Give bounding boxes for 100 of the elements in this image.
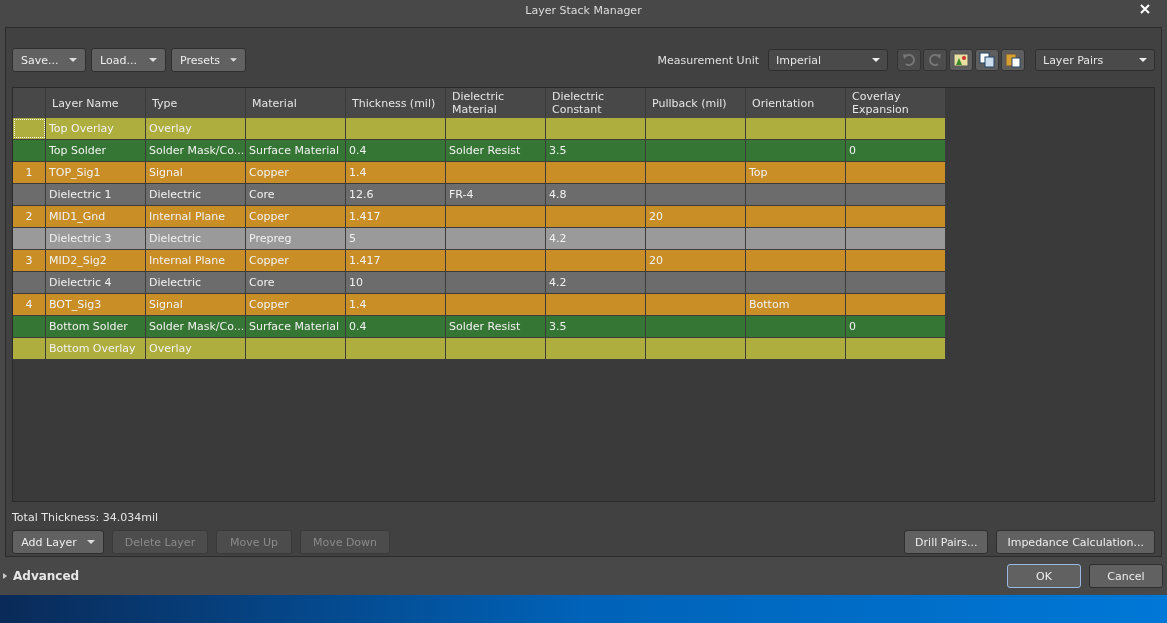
- caret-icon: [872, 58, 880, 62]
- table-cell: 4: [25, 298, 33, 311]
- table-cell: Overlay: [149, 122, 192, 135]
- advanced-toggle[interactable]: Advanced: [2, 569, 80, 583]
- table-cell: 4.2: [549, 232, 567, 245]
- table-cell: 10: [349, 276, 363, 289]
- unit-dropdown[interactable]: Imperial: [768, 49, 888, 71]
- table-cell: 1.4: [349, 166, 367, 179]
- copy-button[interactable]: [975, 49, 999, 71]
- table-cell: Bottom Solder: [49, 320, 128, 333]
- column-header[interactable]: Dielectric Constant: [552, 90, 639, 116]
- copy-icon: [979, 52, 995, 68]
- table-cell: Dielectric 1: [49, 188, 112, 201]
- table-cell: 0: [849, 144, 856, 157]
- table-cell: 5: [349, 232, 356, 245]
- table-cell: 1.4: [349, 298, 367, 311]
- paste-icon: [1005, 52, 1021, 68]
- table-cell: Prepreg: [249, 232, 292, 245]
- menu-button[interactable]: Save...: [12, 48, 86, 72]
- menu-button[interactable]: Load...: [91, 48, 166, 72]
- table-cell: Dielectric: [149, 232, 202, 245]
- paste-button[interactable]: [1001, 49, 1025, 71]
- caret-icon: [69, 58, 77, 62]
- column-header[interactable]: Type: [152, 96, 178, 110]
- solder-layer-row[interactable]: Top Solder Solder Mask/Co... Surface Material 0.4 Solder Resist 3.5 0: [13, 140, 946, 162]
- table-cell: 20: [649, 254, 663, 267]
- table-cell: Top Solder: [49, 144, 107, 157]
- table-cell: 0.4: [349, 320, 367, 333]
- table-cell: Bottom: [749, 298, 790, 311]
- solder-layer-row[interactable]: Bottom Solder Solder Mask/Co... Surface Material 0.4 Solder Resist 3.5 0: [13, 316, 946, 338]
- caret-icon: [230, 58, 237, 62]
- table-cell: Dielectric 3: [49, 232, 112, 245]
- table-cell: Internal Plane: [149, 210, 226, 223]
- table-cell: MID2_Sig2: [49, 254, 107, 267]
- close-icon[interactable]: [1140, 4, 1150, 14]
- table-cell: Solder Mask/Co...: [149, 320, 245, 333]
- view-dropdown[interactable]: Layer Pairs: [1035, 49, 1155, 71]
- core-layer-row[interactable]: Dielectric 4 Dielectric Core 10 4.2: [13, 272, 946, 294]
- dialog-action-button[interactable]: Impedance Calculation...: [996, 530, 1155, 554]
- table-cell: Solder Resist: [449, 320, 521, 333]
- table-cell: Copper: [249, 166, 289, 179]
- table-cell: MID1_Gnd: [49, 210, 106, 223]
- caret-icon: [149, 58, 157, 62]
- table-cell: 4.2: [549, 276, 567, 289]
- table-cell: 1.417: [349, 210, 381, 223]
- table-cell: 20: [649, 210, 663, 223]
- table-cell: Dielectric: [149, 188, 202, 201]
- column-header[interactable]: Pullback (mil): [652, 96, 727, 110]
- table-cell: BOT_Sig3: [49, 298, 102, 311]
- total-thickness: Total Thickness: 34.034mil: [12, 511, 160, 524]
- table-cell: 0.4: [349, 144, 367, 157]
- table-cell: FR-4: [449, 188, 474, 201]
- column-header[interactable]: Orientation: [752, 96, 815, 110]
- table-cell: Copper: [249, 210, 289, 223]
- table-cell: Surface Material: [249, 144, 340, 157]
- table-cell: 12.6: [349, 188, 374, 201]
- table-cell: 4.8: [549, 188, 567, 201]
- dialog-button[interactable]: OK: [1007, 564, 1081, 588]
- table-cell: 3: [25, 254, 33, 267]
- table-cell: Signal: [149, 298, 183, 311]
- table-cell: TOP_Sig1: [49, 166, 101, 179]
- table-cell: Core: [249, 276, 275, 289]
- table-cell: Top: [749, 166, 768, 179]
- table-cell: 0: [849, 320, 856, 333]
- table-cell: Copper: [249, 254, 289, 267]
- table-cell: Dielectric 4: [49, 276, 112, 289]
- table-cell: Internal Plane: [149, 254, 226, 267]
- core-layer-row[interactable]: Dielectric 1 Dielectric Core 12.6 FR-4 4.8: [13, 184, 946, 206]
- column-header[interactable]: Dielectric Material: [452, 90, 539, 116]
- table-cell: 3.5: [549, 320, 567, 333]
- table-cell: Dielectric: [149, 276, 202, 289]
- undo-icon: [902, 53, 916, 67]
- table-cell: Signal: [149, 166, 183, 179]
- table-cell: 1: [25, 166, 33, 179]
- table-cell: Core: [249, 188, 275, 201]
- menu-button[interactable]: Presets: [171, 48, 246, 72]
- window-title: Layer Stack Manager: [525, 3, 642, 17]
- picture-button[interactable]: [949, 49, 973, 71]
- redo-icon: [928, 53, 942, 67]
- layer-button[interactable]: Add Layer: [12, 530, 104, 554]
- column-header[interactable]: Layer Name: [52, 96, 119, 110]
- table-cell: 2: [25, 210, 33, 223]
- table-cell: Overlay: [149, 342, 192, 355]
- column-header[interactable]: Material: [252, 96, 297, 110]
- table-cell: Solder Mask/Co...: [149, 144, 245, 157]
- unit-label: Measurement Unit: [657, 53, 759, 67]
- column-header[interactable]: Coverlay Expansion: [852, 90, 939, 116]
- column-header[interactable]: Thickness (mil): [352, 96, 436, 110]
- dialog-button[interactable]: Cancel: [1089, 564, 1163, 588]
- picture-icon: [953, 52, 969, 68]
- table-cell: Copper: [249, 298, 289, 311]
- dialog-action-button[interactable]: Drill Pairs...: [904, 530, 989, 554]
- table-cell: Solder Resist: [449, 144, 521, 157]
- row-selector-cell[interactable]: [13, 118, 46, 139]
- caret-icon: [86, 540, 95, 544]
- table-cell: 1.417: [349, 254, 381, 267]
- table-cell: Bottom Overlay: [49, 342, 136, 355]
- caret-icon: [1139, 58, 1147, 62]
- table-cell: 3.5: [549, 144, 567, 157]
- triangle-icon: [2, 573, 8, 579]
